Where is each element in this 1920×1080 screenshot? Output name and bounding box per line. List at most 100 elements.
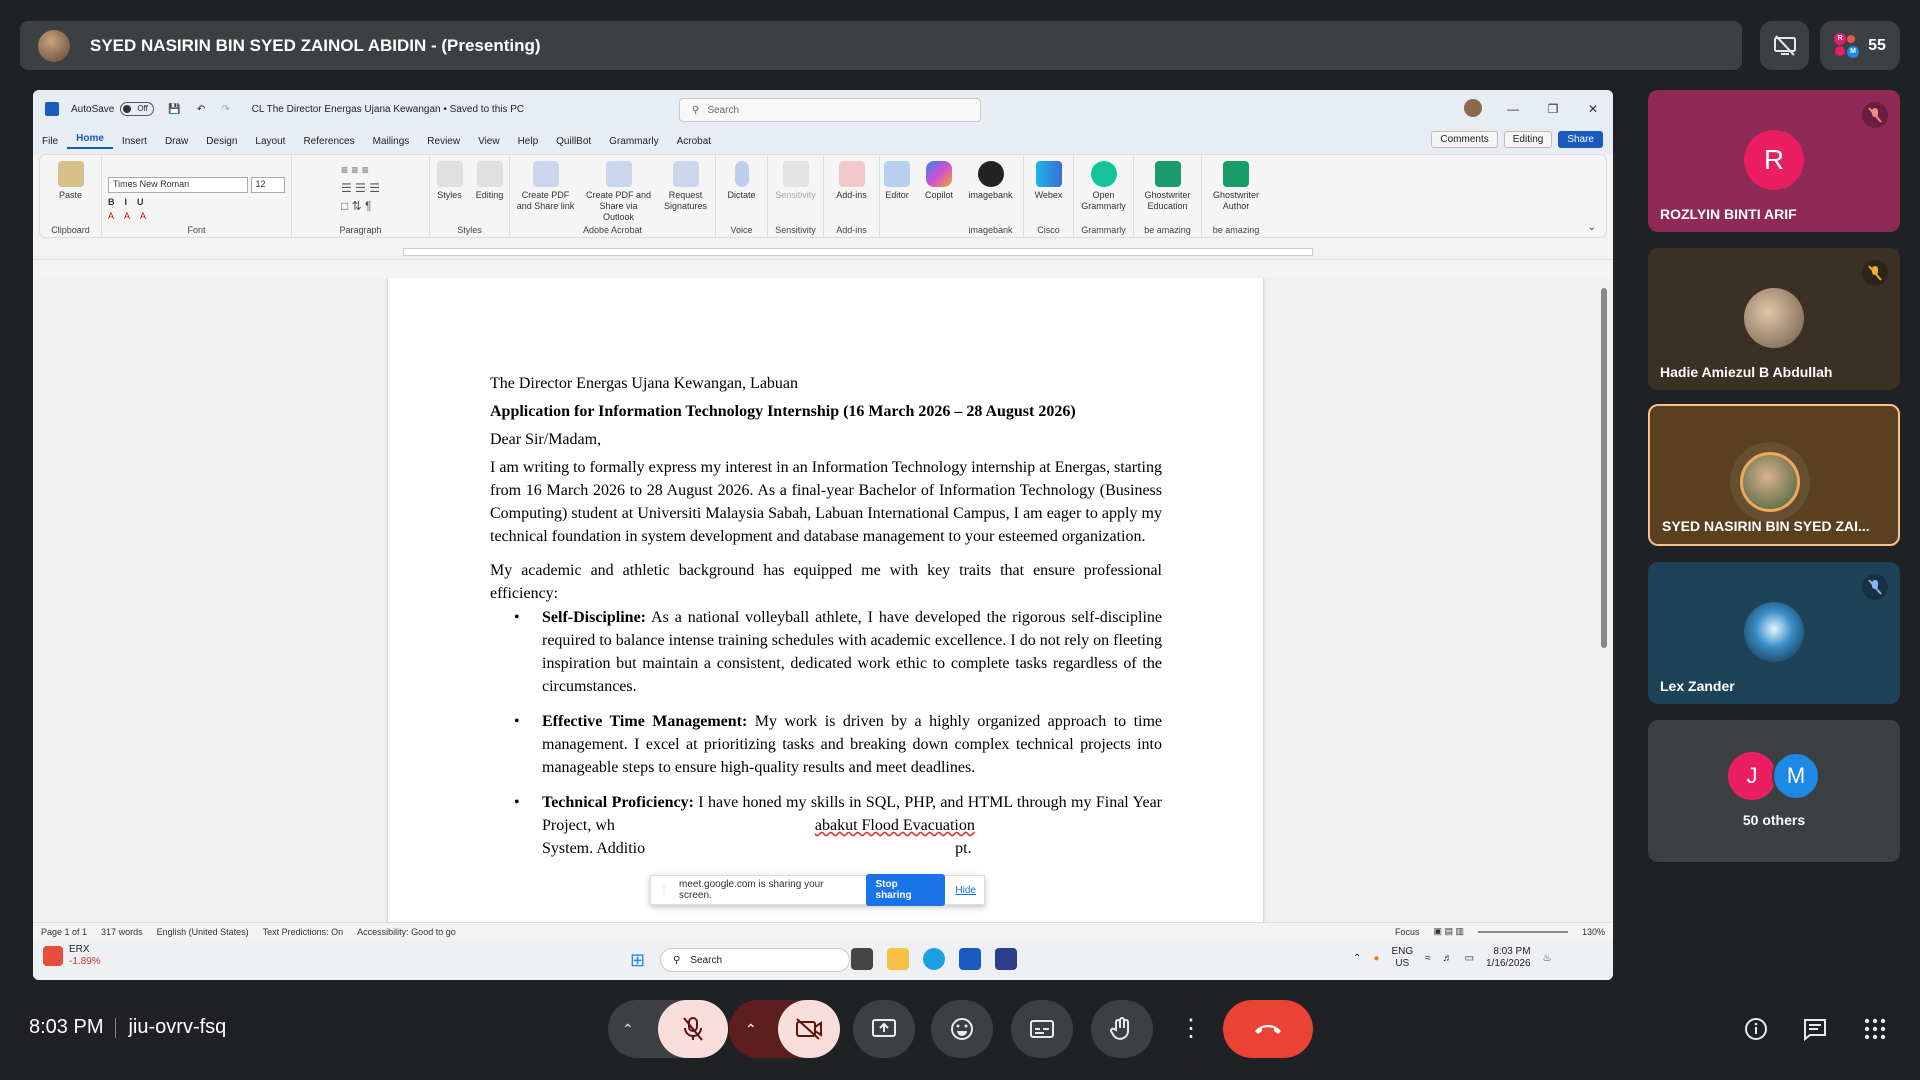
task-view-icon[interactable]	[851, 948, 873, 970]
editor-button[interactable]: Editor	[880, 161, 914, 201]
menu-layout[interactable]: Layout	[246, 136, 294, 147]
minimize-icon[interactable]: —	[1493, 102, 1533, 116]
editing-mode-button[interactable]: Editing	[1503, 131, 1553, 148]
camera-toggle-button[interactable]	[778, 1000, 840, 1058]
word-app-icon[interactable]	[959, 948, 981, 970]
menu-quillbot[interactable]: QuillBot	[547, 136, 600, 147]
tray-chevron-icon[interactable]: ⌃	[1353, 953, 1361, 964]
share-button[interactable]: Share	[1558, 131, 1603, 148]
input-language[interactable]: ENG US	[1391, 946, 1413, 970]
paste-button[interactable]: Paste	[45, 161, 97, 201]
menu-view[interactable]: View	[469, 136, 509, 147]
wifi-icon[interactable]: ≈	[1425, 953, 1431, 964]
focus-button[interactable]: Focus	[1395, 927, 1420, 937]
edge-icon[interactable]	[923, 948, 945, 970]
webex-button[interactable]: Webex	[1027, 161, 1071, 201]
text-predictions[interactable]: Text Predictions: On	[263, 927, 344, 937]
drag-handle-icon[interactable]: ⋮	[659, 885, 669, 896]
menu-references[interactable]: References	[294, 136, 363, 147]
account-avatar[interactable]	[1453, 98, 1493, 120]
ghostwriter-author-button[interactable]: Ghostwriter Author	[1205, 161, 1267, 212]
doc-title[interactable]: CL The Director Energas Ujana Kewangan •…	[252, 104, 525, 115]
menu-draw[interactable]: Draw	[156, 136, 197, 147]
participant-tile[interactable]: R ROZLYIN BINTI ARIF	[1648, 90, 1900, 232]
menu-review[interactable]: Review	[418, 136, 469, 147]
font-color-icons[interactable]: AAA	[108, 211, 156, 221]
autosave-toggle[interactable]: Off	[120, 102, 155, 116]
volume-icon[interactable]: ♬	[1443, 953, 1453, 964]
imagebank-button[interactable]: imagebank	[961, 161, 1021, 201]
windows-start-icon[interactable]: ⊞	[630, 950, 645, 971]
vertical-scrollbar[interactable]	[1601, 278, 1609, 934]
taskbar-search[interactable]: ⚲ Search	[660, 948, 850, 972]
participants-button[interactable]: R M 55	[1820, 21, 1900, 70]
comments-button[interactable]: Comments	[1431, 131, 1498, 148]
tray-clock[interactable]: 8:03 PM 1/16/2026	[1486, 946, 1531, 970]
tray-mic-icon[interactable]: ●	[1373, 953, 1379, 964]
menu-help[interactable]: Help	[509, 136, 548, 147]
stop-sharing-button[interactable]: Stop sharing	[865, 874, 946, 906]
menu-file[interactable]: File	[33, 136, 67, 147]
styles-button[interactable]: Styles	[433, 161, 467, 201]
more-options-button[interactable]: ⋮	[1173, 1000, 1209, 1058]
copilot-button[interactable]: Copilot	[920, 161, 958, 201]
redo-icon[interactable]: ↷	[221, 104, 229, 115]
zoom-slider[interactable]	[1477, 930, 1568, 933]
raise-hand-button[interactable]	[1091, 1000, 1153, 1058]
menu-acrobat[interactable]: Acrobat	[668, 136, 720, 147]
save-icon[interactable]: 💾	[168, 104, 180, 115]
restore-icon[interactable]: ❐	[1533, 102, 1573, 116]
create-pdf-button[interactable]: Create PDF and Share link	[514, 161, 578, 212]
menu-insert[interactable]: Insert	[113, 136, 156, 147]
participant-tile-active[interactable]: SYED NASIRIN BIN SYED ZAI...	[1648, 404, 1900, 546]
screen-share-icon[interactable]	[1760, 21, 1809, 70]
create-pdf-outlook-button[interactable]: Create PDF and Share via Outlook	[584, 161, 654, 223]
activities-grid-icon[interactable]	[1860, 1014, 1890, 1044]
word-search-box[interactable]: ⚲ Search	[679, 98, 981, 122]
zoom-level[interactable]: 130%	[1582, 927, 1605, 937]
present-button[interactable]	[853, 1000, 915, 1058]
menu-grammarly[interactable]: Grammarly	[600, 136, 667, 147]
request-signatures-button[interactable]: Request Signatures	[660, 161, 712, 212]
mic-toggle-button[interactable]	[658, 1000, 728, 1058]
editing-button[interactable]: Editing	[473, 161, 507, 201]
scroll-thumb[interactable]	[1601, 288, 1607, 648]
menu-home[interactable]: Home	[67, 133, 113, 149]
addins-button[interactable]: Add-ins	[827, 161, 877, 201]
captions-button[interactable]	[1011, 1000, 1073, 1058]
leave-call-button[interactable]	[1223, 1000, 1313, 1058]
reactions-button[interactable]	[931, 1000, 993, 1058]
audio-options-chevron-icon[interactable]: ⌃	[622, 1021, 634, 1038]
paragraph-icons[interactable]: ≡ ≡ ≡ ☰ ☰ ☰ □ ⇅ ¶	[341, 161, 380, 215]
menu-design[interactable]: Design	[197, 136, 246, 147]
meeting-details-icon[interactable]	[1741, 1014, 1771, 1044]
open-grammarly-button[interactable]: Open Grammarly	[1077, 161, 1131, 212]
document-page[interactable]: The Director Energas Ujana Kewangan, Lab…	[388, 278, 1263, 934]
dictate-button[interactable]: Dictate	[720, 161, 764, 201]
language[interactable]: English (United States)	[157, 927, 249, 937]
accessibility[interactable]: Accessibility: Good to go	[357, 927, 456, 937]
participant-tile[interactable]: Lex Zander	[1648, 562, 1900, 704]
word-count[interactable]: 317 words	[101, 927, 143, 937]
stock-widget[interactable]: ERX -1.89%	[43, 944, 101, 968]
chat-icon[interactable]	[1800, 1014, 1830, 1044]
webex-app-icon[interactable]	[995, 948, 1017, 970]
video-options-chevron-icon[interactable]: ⌃	[745, 1021, 757, 1038]
menu-mailings[interactable]: Mailings	[364, 136, 419, 147]
battery-icon[interactable]: ▭	[1465, 953, 1474, 964]
view-icons[interactable]: ▣ ▤ ▥	[1433, 926, 1464, 937]
ribbon-collapse-icon[interactable]: ⌄	[1588, 222, 1596, 233]
close-icon[interactable]: ✕	[1573, 102, 1613, 116]
page-count[interactable]: Page 1 of 1	[41, 927, 87, 937]
others-tile[interactable]: J M 50 others	[1648, 720, 1900, 862]
notification-bell-icon[interactable]: ♨	[1543, 953, 1552, 964]
font-format-icons[interactable]: BIU	[108, 197, 154, 207]
undo-icon[interactable]: ↶	[197, 104, 205, 115]
participant-tile[interactable]: Hadie Amiezul B Abdullah	[1648, 248, 1900, 390]
font-size-select[interactable]: 12	[250, 177, 285, 193]
file-explorer-icon[interactable]	[887, 948, 909, 970]
ghostwriter-education-button[interactable]: Ghostwriter Education	[1137, 161, 1199, 212]
hide-notice-button[interactable]: Hide	[955, 885, 976, 896]
sensitivity-button[interactable]: Sensitivity	[771, 161, 821, 201]
font-name-select[interactable]: Times New Roman	[108, 177, 248, 193]
